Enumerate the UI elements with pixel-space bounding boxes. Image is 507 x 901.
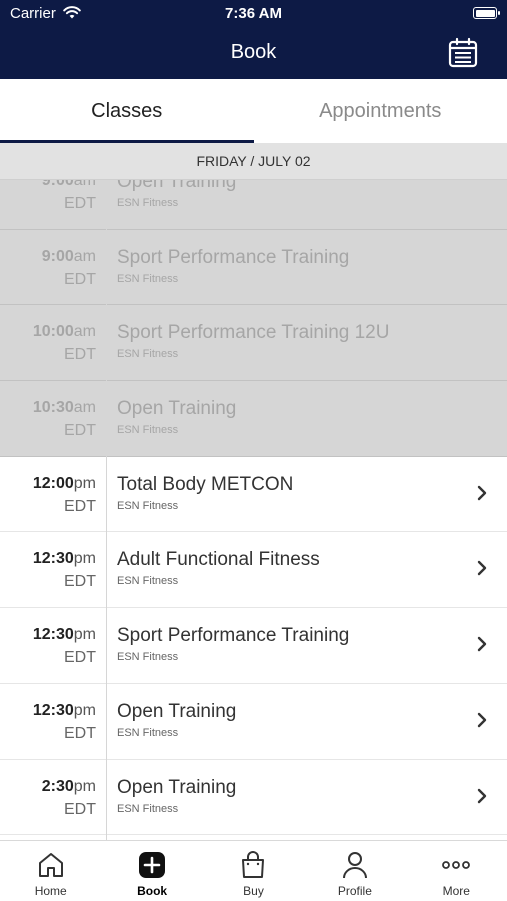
- class-time: 10:00am: [33, 323, 96, 341]
- nav-home[interactable]: Home: [0, 841, 101, 901]
- class-location: ESN Fitness: [117, 424, 178, 436]
- class-time-value: 12:30: [33, 550, 74, 567]
- class-time-ampm: pm: [74, 550, 96, 567]
- person-icon: [340, 850, 370, 880]
- nav-more-label: More: [406, 884, 507, 898]
- class-name: Sport Performance Training: [117, 247, 349, 269]
- class-time-ampm: am: [74, 180, 96, 189]
- class-location: ESN Fitness: [117, 500, 178, 512]
- class-row: 9:00am EDT Open Training ESN Fitness: [0, 180, 507, 230]
- battery-icon: [473, 7, 497, 19]
- class-time: 9:00am: [42, 180, 96, 190]
- nav-profile[interactable]: Profile: [304, 841, 405, 901]
- class-name: Open Training: [117, 398, 236, 420]
- nav-book-label: Book: [101, 884, 202, 898]
- status-time: 7:36 AM: [0, 5, 507, 22]
- class-name: Sport Performance Training 12U: [117, 322, 389, 344]
- class-time: 12:30pm: [33, 550, 96, 568]
- home-icon: [36, 850, 66, 880]
- class-location: ESN Fitness: [117, 651, 178, 663]
- class-time-ampm: pm: [74, 702, 96, 719]
- class-time-value: 12:30: [33, 702, 74, 719]
- class-time-value: 12:30: [33, 626, 74, 643]
- class-row[interactable]: 12:30pm EDT Sport Performance Training ESN …: [0, 608, 507, 684]
- tab-appointments[interactable]: Appointments: [254, 79, 507, 143]
- class-time-ampm: am: [74, 248, 96, 265]
- class-row: 9:00am EDT Sport Performance Training ESN F…: [0, 230, 507, 306]
- page-title: Book: [0, 41, 507, 64]
- class-row: 10:00am EDT Sport Performance Training 12U…: [0, 305, 507, 381]
- class-name: Sport Performance Training: [117, 625, 349, 647]
- class-location: ESN Fitness: [117, 348, 178, 360]
- class-timezone: EDT: [64, 573, 96, 591]
- calendar-icon[interactable]: [447, 37, 479, 69]
- nav-profile-label: Profile: [304, 884, 405, 898]
- class-timezone: EDT: [64, 346, 96, 364]
- class-time-value: 9:00: [42, 248, 74, 265]
- tab-classes[interactable]: Classes: [0, 79, 254, 143]
- class-name: Open Training: [117, 777, 236, 799]
- class-timezone: EDT: [64, 195, 96, 213]
- chevron-right-icon[interactable]: [476, 635, 488, 653]
- class-time-ampm: am: [74, 323, 96, 340]
- class-time-value: 9:00: [42, 180, 74, 189]
- class-timezone: EDT: [64, 271, 96, 289]
- class-timezone: EDT: [64, 649, 96, 667]
- class-time-value: 10:30: [33, 399, 74, 416]
- class-time-ampm: pm: [74, 778, 96, 795]
- chevron-right-icon[interactable]: [476, 559, 488, 577]
- class-location: ESN Fitness: [117, 197, 178, 209]
- class-time: 9:00am: [42, 248, 96, 266]
- class-location: ESN Fitness: [117, 575, 178, 587]
- class-time-ampm: pm: [74, 626, 96, 643]
- status-bar: Carrier 7:36 AM: [0, 0, 507, 28]
- class-row[interactable]: 12:30pm EDT Adult Functional Fitness ESN Fi…: [0, 532, 507, 608]
- class-name: Open Training: [117, 701, 236, 723]
- class-time-ampm: am: [74, 399, 96, 416]
- class-time-ampm: pm: [74, 475, 96, 492]
- class-timezone: EDT: [64, 498, 96, 516]
- plus-icon: [137, 850, 167, 880]
- class-location: ESN Fitness: [117, 727, 178, 739]
- segment-tabs: Classes Appointments: [0, 79, 507, 143]
- bottom-nav: Home Book Buy Profile More: [0, 840, 507, 900]
- date-header: FRIDAY / JULY 02: [0, 143, 507, 180]
- chevron-right-icon[interactable]: [476, 484, 488, 502]
- class-time: 12:30pm: [33, 702, 96, 720]
- class-timezone: EDT: [64, 801, 96, 819]
- shopping-bag-icon: [238, 850, 268, 880]
- class-time: 2:30pm: [42, 778, 96, 796]
- chevron-right-icon[interactable]: [476, 787, 488, 805]
- class-row[interactable]: 12:30pm EDT Open Training ESN Fitness: [0, 684, 507, 760]
- class-name: Total Body METCON: [117, 474, 293, 496]
- time-column-divider: [106, 180, 107, 840]
- class-name: Adult Functional Fitness: [117, 549, 320, 571]
- class-location: ESN Fitness: [117, 273, 178, 285]
- class-name: Open Training: [117, 180, 236, 193]
- class-timezone: EDT: [64, 422, 96, 440]
- class-time: 12:00pm: [33, 475, 96, 493]
- class-row[interactable]: 12:00pm EDT Total Body METCON ESN Fitness: [0, 457, 507, 533]
- nav-buy-label: Buy: [203, 884, 304, 898]
- nav-buy[interactable]: Buy: [203, 841, 304, 901]
- nav-home-label: Home: [0, 884, 101, 898]
- class-location: ESN Fitness: [117, 803, 178, 815]
- class-list[interactable]: 9:00amEDTOpen TrainingESN Fitness9:00amE…: [0, 180, 507, 840]
- class-row[interactable]: 2:30pm EDT Open Training ESN Fitness: [0, 760, 507, 836]
- chevron-right-icon[interactable]: [476, 711, 488, 729]
- class-time-value: 2:30: [42, 778, 74, 795]
- more-icon: [441, 850, 471, 880]
- nav-book[interactable]: Book: [101, 841, 202, 901]
- class-time-value: 12:00: [33, 475, 74, 492]
- class-time: 12:30pm: [33, 626, 96, 644]
- class-time: 10:30am: [33, 399, 96, 417]
- class-timezone: EDT: [64, 725, 96, 743]
- class-row: 10:30am EDT Open Training ESN Fitness: [0, 381, 507, 457]
- app-header: Carrier 7:36 AM Book: [0, 0, 507, 79]
- class-time-value: 10:00: [33, 323, 74, 340]
- nav-more[interactable]: More: [406, 841, 507, 901]
